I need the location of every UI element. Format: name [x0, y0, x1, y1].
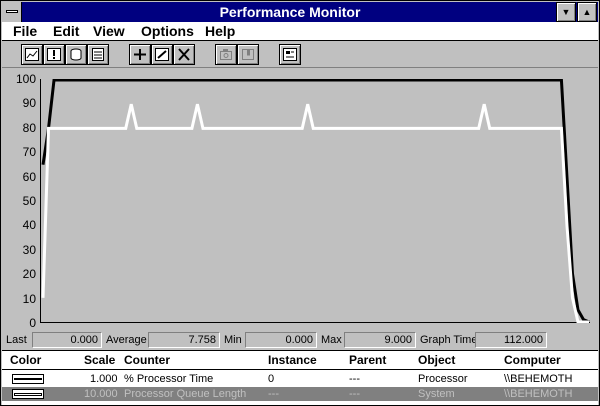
last-label: Last — [6, 334, 27, 346]
up-arrow-icon: ▲ — [582, 7, 592, 17]
last-value: 0.000 — [32, 332, 102, 348]
legend-computer: \\BEHEMOTH — [504, 388, 573, 400]
plus-icon — [134, 49, 146, 60]
chart-view-button[interactable] — [21, 44, 43, 65]
average-label: Average — [106, 334, 147, 346]
y-tick-label: 80 — [22, 121, 36, 135]
graph-time-value: 112.000 — [475, 332, 547, 348]
legend-counter: % Processor Time — [124, 373, 214, 385]
color-swatch — [12, 389, 44, 399]
bookmark-icon — [242, 49, 254, 60]
legend-header-scale: Scale — [84, 353, 116, 367]
title-bar[interactable]: Performance Monitor ▼ ▲ — [2, 2, 598, 22]
system-menu-button[interactable] — [2, 2, 22, 22]
legend-computer: \\BEHEMOTH — [504, 373, 573, 385]
legend-row-selected[interactable]: 10.000 Processor Queue Length --- --- Sy… — [2, 387, 598, 401]
max-label: Max — [321, 334, 342, 346]
legend-divider — [2, 369, 598, 370]
legend-scale: 10.000 — [84, 388, 118, 400]
y-tick-label: 90 — [22, 96, 36, 110]
y-tick-label: 60 — [22, 170, 36, 184]
series-line-1 — [41, 78, 590, 324]
chart-icon — [25, 48, 39, 61]
plot-area — [40, 78, 590, 324]
legend-row[interactable]: 1.000 % Processor Time 0 --- Processor \… — [2, 372, 598, 386]
legend-counter: Processor Queue Length — [124, 388, 247, 400]
graph-time-label: Graph Time — [420, 334, 478, 346]
delete-x-icon — [178, 48, 190, 61]
options-icon — [283, 48, 297, 61]
legend-header-instance: Instance — [268, 353, 317, 367]
edit-counter-button[interactable] — [151, 44, 173, 65]
options-button[interactable] — [279, 44, 301, 65]
legend-object: System — [418, 388, 455, 400]
menu-view[interactable]: View — [93, 23, 125, 40]
down-arrow-icon: ▼ — [561, 7, 571, 17]
menu-file[interactable]: File — [13, 23, 37, 40]
line-chart — [41, 78, 590, 324]
alert-icon — [47, 48, 61, 61]
legend-header-object: Object — [418, 353, 456, 367]
maximize-button[interactable]: ▲ — [577, 2, 597, 22]
y-tick-label: 70 — [22, 145, 36, 159]
log-view-button[interactable] — [65, 44, 87, 65]
report-view-button[interactable] — [87, 44, 109, 65]
bookmark-button[interactable] — [237, 44, 259, 65]
legend-header-color: Color — [10, 353, 42, 367]
legend-header-computer: Computer — [504, 353, 561, 367]
add-counter-button[interactable] — [129, 44, 151, 65]
edit-icon — [155, 48, 169, 61]
y-tick-label: 10 — [22, 292, 36, 306]
legend-parent: --- — [349, 373, 360, 385]
legend-header-counter: Counter — [124, 353, 170, 367]
menu-bar: File Edit View Options Help — [2, 22, 598, 41]
update-now-button[interactable] — [215, 44, 237, 65]
legend-header-parent: Parent — [349, 353, 387, 367]
min-value: 0.000 — [245, 332, 317, 348]
min-label: Min — [224, 334, 242, 346]
max-value: 9.000 — [344, 332, 416, 348]
legend-instance: 0 — [268, 373, 275, 385]
values-bar: Last 0.000 Average 7.758 Min 0.000 Max 9… — [2, 331, 598, 349]
report-icon — [92, 48, 104, 61]
y-tick-label: 0 — [29, 316, 36, 330]
minimize-button[interactable]: ▼ — [556, 2, 576, 22]
menu-edit[interactable]: Edit — [53, 23, 79, 40]
legend-parent: --- — [349, 388, 360, 400]
y-tick-label: 50 — [22, 194, 36, 208]
toolbar — [2, 41, 598, 68]
window-title: Performance Monitor — [219, 4, 361, 20]
y-tick-label: 20 — [22, 267, 36, 281]
menu-options[interactable]: Options — [141, 23, 194, 40]
chart-area: 100 90 80 70 60 50 40 30 20 10 0 — [2, 69, 598, 331]
delete-counter-button[interactable] — [173, 44, 195, 65]
y-tick-label: 100 — [15, 72, 36, 86]
camera-icon — [220, 49, 232, 60]
y-tick-label: 30 — [22, 243, 36, 257]
series-line-2 — [41, 103, 589, 324]
perfmon-window: Performance Monitor ▼ ▲ File Edit View O… — [0, 0, 600, 406]
menu-help[interactable]: Help — [205, 23, 235, 40]
color-swatch — [12, 374, 44, 384]
legend-object: Processor — [418, 373, 468, 385]
average-value: 7.758 — [148, 332, 220, 348]
legend: Color Scale Counter Instance Parent Obje… — [2, 350, 598, 405]
legend-instance: --- — [268, 388, 279, 400]
legend-scale: 1.000 — [90, 373, 118, 385]
alert-view-button[interactable] — [43, 44, 65, 65]
y-tick-label: 40 — [22, 218, 36, 232]
log-cylinder-icon — [70, 48, 82, 61]
